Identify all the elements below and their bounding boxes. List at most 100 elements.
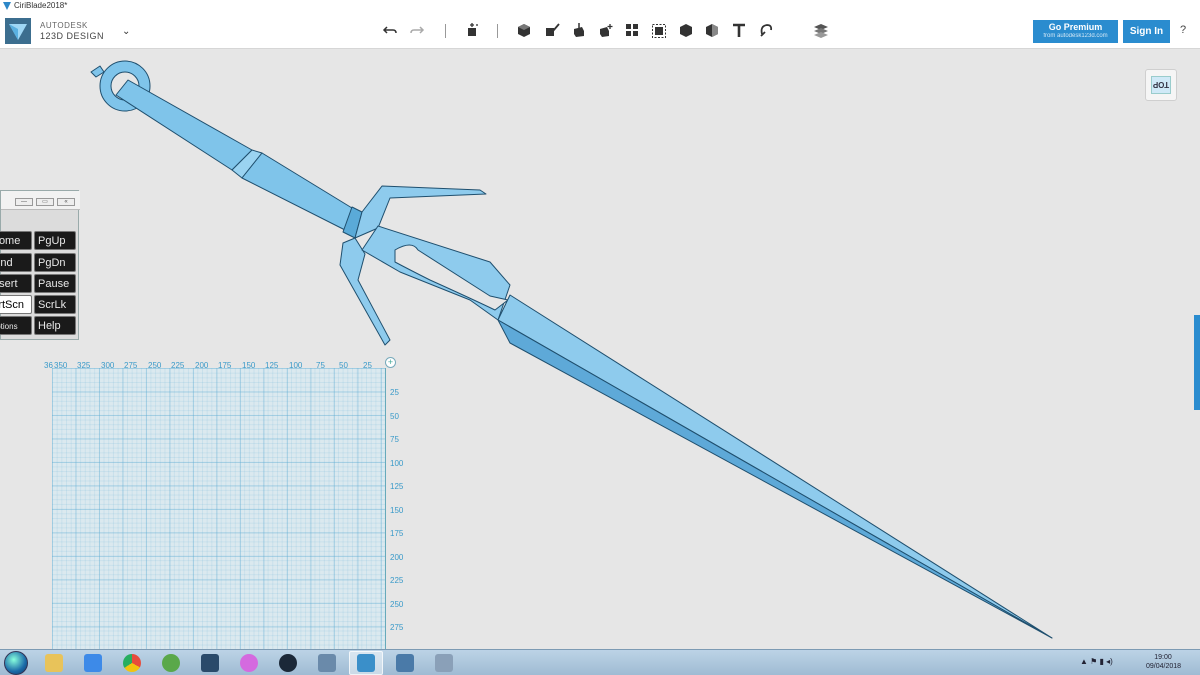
ruler-y-tick: 125 — [390, 482, 404, 491]
blade-upper-face — [497, 294, 1053, 639]
osk-key-help[interactable]: Help — [34, 316, 76, 335]
chrome-icon — [123, 654, 141, 672]
undo-icon — [382, 26, 397, 34]
measure-icon — [706, 24, 718, 37]
taskbar-calculator-button[interactable] — [427, 651, 461, 675]
osk-key-insert[interactable]: Insert — [0, 274, 32, 293]
osk-key-scrlk[interactable]: ScrLk — [34, 295, 76, 314]
taskbar-photo-viewer-button[interactable] — [388, 651, 422, 675]
sketch-icon — [546, 23, 560, 36]
ruler-x-tick: 75 — [316, 361, 325, 370]
ruler-add-icon[interactable]: + — [385, 357, 396, 368]
ruler-y-tick: 275 — [390, 623, 404, 632]
measure-button[interactable] — [703, 21, 721, 39]
primitives-button[interactable] — [515, 21, 533, 39]
taskbar-printer-button[interactable] — [310, 651, 344, 675]
autodesk-logo-icon[interactable] — [5, 18, 31, 44]
taskbar-steam-button[interactable] — [271, 651, 305, 675]
ruler-x-tick: 150 — [242, 361, 256, 370]
brand-product: 123D DESIGN — [40, 31, 105, 41]
app-icon — [201, 654, 219, 672]
osk-restore-button[interactable]: ▭ — [36, 198, 54, 206]
ruler-overlay[interactable]: 36 350 325 300 275 250 225 200 175 150 1… — [44, 356, 404, 649]
app-logo-icon — [3, 2, 11, 10]
side-panel-tab[interactable] — [1194, 315, 1200, 410]
ruler-y-tick: 150 — [390, 506, 404, 515]
view-cube-top-face[interactable]: TOP — [1151, 76, 1171, 94]
osk-key-home[interactable]: Home — [0, 231, 32, 250]
material-button[interactable] — [812, 21, 830, 39]
pattern-icon — [626, 24, 638, 36]
ruler-y-tick: 75 — [390, 435, 399, 444]
osk-key-pgdn[interactable]: PgDn — [34, 253, 76, 272]
taskbar-chrome-button[interactable] — [115, 651, 149, 675]
sign-in-button[interactable]: Sign In — [1123, 20, 1170, 43]
view-cube[interactable]: TOP — [1145, 69, 1177, 101]
modify-icon — [600, 24, 613, 37]
snap-icon — [760, 24, 773, 37]
taskbar-explorer-button[interactable] — [37, 651, 71, 675]
blade-lower-face — [497, 319, 1053, 639]
redo-icon — [410, 26, 425, 34]
sketch-button[interactable] — [543, 21, 561, 39]
taskbar-dropbox-button[interactable] — [76, 651, 110, 675]
toolbar-separator — [445, 24, 446, 38]
grouping-button[interactable] — [650, 21, 668, 39]
modify-button[interactable] — [597, 21, 615, 39]
itunes-icon — [240, 654, 258, 672]
explorer-icon — [45, 654, 63, 672]
clock-time: 19:00 — [1154, 654, 1172, 661]
undo-button[interactable] — [381, 21, 399, 39]
ruler-x-tick: 250 — [148, 361, 162, 370]
osk-minimize-button[interactable]: — — [15, 198, 33, 206]
ruler-y-tick: 225 — [390, 576, 404, 585]
text-button[interactable] — [730, 21, 748, 39]
taskbar-clock[interactable]: 19:00 09/04/2018 — [1146, 653, 1182, 671]
go-premium-label: Go Premium — [1048, 22, 1103, 32]
ruler-x-tick: 300 — [101, 361, 115, 370]
redo-button[interactable] — [408, 21, 426, 39]
transform-button[interactable] — [463, 21, 481, 39]
construct-button[interactable] — [570, 21, 588, 39]
help-button[interactable]: ? — [1180, 24, 1186, 36]
go-premium-sublabel: from autodesk123d.com — [1043, 33, 1108, 39]
primitives-icon — [518, 24, 530, 37]
window-title: CiriBlade2018* — [14, 1, 68, 10]
ruler-y-tick: 200 — [390, 553, 404, 562]
ruler-x-tick: 175 — [218, 361, 232, 370]
taskbar-minecraft-button[interactable] — [154, 651, 188, 675]
osk-key-options[interactable]: Options — [0, 316, 32, 335]
ruler-x-tick: 225 — [171, 361, 185, 370]
taskbar-itunes-button[interactable] — [232, 651, 266, 675]
on-screen-keyboard[interactable]: — ▭ « Home PgUp End PgDn Insert Pause Pr… — [0, 190, 80, 340]
taskbar-app-button[interactable] — [193, 651, 227, 675]
construct-icon — [574, 23, 584, 37]
osk-key-pgup[interactable]: PgUp — [34, 231, 76, 250]
osk-title-bar[interactable]: — ▭ « — [1, 191, 80, 210]
osk-key-prtscn[interactable]: PrtScn — [0, 295, 32, 314]
combine-icon — [680, 24, 692, 37]
go-premium-button[interactable]: Go Premium from autodesk123d.com — [1033, 20, 1118, 43]
system-tray[interactable]: ▲ ⚑ ▮ ◂) — [1080, 657, 1113, 666]
ruler-x-tick: 350 — [54, 361, 68, 370]
ruler-x-tick: 125 — [265, 361, 279, 370]
osk-key-end[interactable]: End — [0, 253, 32, 272]
taskbar-123d-button[interactable] — [349, 651, 383, 675]
start-button[interactable] — [4, 651, 28, 675]
ruler-y-tick: 100 — [390, 459, 404, 468]
ruler-x-tick: 36 — [44, 361, 53, 370]
printer-icon — [318, 654, 336, 672]
ruler-y-tick: 50 — [390, 412, 399, 421]
pattern-button[interactable] — [623, 21, 641, 39]
clock-date: 09/04/2018 — [1146, 663, 1182, 670]
snap-button[interactable] — [757, 21, 775, 39]
toolbar-separator — [497, 24, 498, 38]
osk-key-pause[interactable]: Pause — [34, 274, 76, 293]
osk-fade-button[interactable]: « — [57, 198, 75, 206]
sword-grip-lower — [241, 152, 353, 231]
app-menu-chevron-icon[interactable]: ⌄ — [122, 26, 130, 37]
ruler-x-tick: 100 — [289, 361, 303, 370]
ruler-x-tick: 50 — [339, 361, 348, 370]
ruler-x-tick: 25 — [363, 361, 372, 370]
combine-button[interactable] — [677, 21, 695, 39]
